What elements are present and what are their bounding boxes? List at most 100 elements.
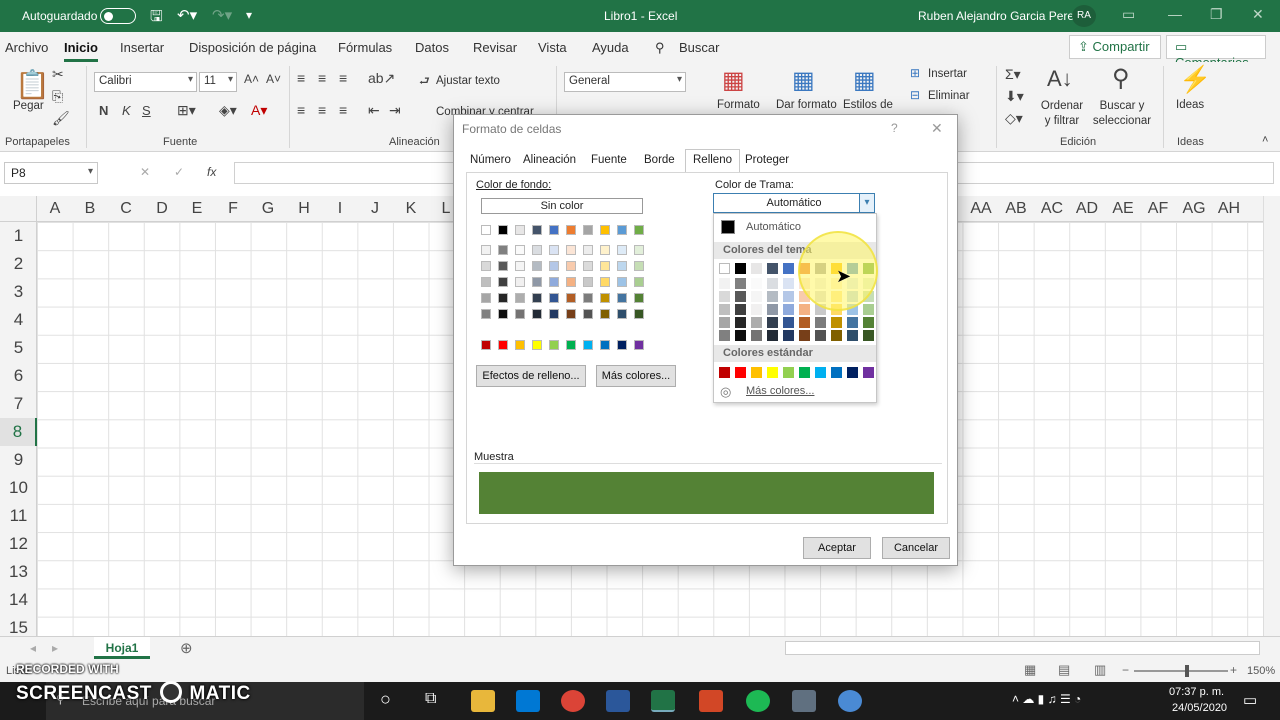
cancel-button[interactable]: Cancelar [882,537,950,559]
bg-color-swatch[interactable] [549,245,559,255]
help-icon[interactable]: ? [891,121,898,135]
pattern-theme-swatch[interactable] [767,304,778,315]
ribbon-display-icon[interactable]: ▭ [1122,6,1135,23]
bg-color-swatch[interactable] [634,261,644,271]
bg-color-swatch[interactable] [617,225,627,235]
pattern-standard-swatch[interactable] [735,367,746,378]
format-table-icon[interactable]: ▦ [792,66,815,95]
font-color-icon[interactable]: A▾ [251,102,267,119]
bg-color-swatch[interactable] [634,293,644,303]
automatic-swatch[interactable] [721,220,735,234]
bg-color-swatch[interactable] [617,277,627,287]
sort-filter-button[interactable]: Ordenar y filtrar [1037,99,1087,129]
bg-color-swatch[interactable] [481,245,491,255]
pattern-theme-swatch[interactable] [767,291,778,302]
column-header[interactable]: A [37,200,73,218]
pattern-theme-swatch[interactable] [783,317,794,328]
autosum-icon[interactable]: Σ▾ [1005,66,1021,83]
column-header[interactable]: AH [1211,200,1247,218]
align-center-icon[interactable]: ≡ [318,102,326,118]
column-header[interactable]: AE [1105,200,1141,218]
font-name-combo[interactable]: Calibri [94,72,197,92]
column-header[interactable]: AB [998,200,1034,218]
bg-color-swatch[interactable] [566,261,576,271]
bg-color-swatch[interactable] [617,261,627,271]
column-header[interactable]: I [322,200,358,218]
pattern-theme-swatch[interactable] [751,317,762,328]
column-header[interactable]: AC [1034,200,1070,218]
zoom-slider[interactable] [1134,670,1228,672]
pattern-theme-swatch[interactable] [751,263,762,274]
bg-standard-swatch[interactable] [600,340,610,350]
bg-color-swatch[interactable] [481,261,491,271]
bg-color-swatch[interactable] [498,245,508,255]
cell-styles-icon[interactable]: ▦ [853,66,876,95]
comments-button[interactable]: ▭ Comentarios [1166,35,1266,70]
horizontal-scrollbar[interactable] [785,641,1260,655]
bg-color-swatch[interactable] [481,277,491,287]
orientation-icon[interactable]: ab↗ [368,70,395,87]
bg-color-swatch[interactable] [583,225,593,235]
pattern-theme-swatch[interactable] [799,317,810,328]
row-header[interactable]: 2 [0,250,37,278]
enter-icon[interactable]: ✓ [174,165,184,179]
camera-icon[interactable] [792,690,816,712]
more-colors-option[interactable]: Más colores... [746,385,814,397]
bg-color-swatch[interactable] [515,261,525,271]
pattern-theme-swatch[interactable] [719,278,730,289]
clock-time[interactable]: 07:37 p. m. [1169,686,1224,698]
column-header[interactable]: E [179,200,215,218]
column-header[interactable]: H [286,200,322,218]
row-header[interactable]: 3 [0,278,37,306]
powerpoint-icon[interactable] [699,690,723,712]
bg-color-swatch[interactable] [498,293,508,303]
file-explorer-icon[interactable] [471,690,495,712]
row-header-selected[interactable]: 8 [0,418,37,446]
pattern-theme-swatch[interactable] [735,330,746,341]
column-header[interactable]: C [108,200,144,218]
bg-color-swatch[interactable] [532,225,542,235]
bg-color-swatch[interactable] [515,277,525,287]
bg-color-swatch[interactable] [481,309,491,319]
pattern-theme-swatch[interactable] [719,291,730,302]
bg-color-swatch[interactable] [566,293,576,303]
fill-effects-button[interactable]: Efectos de relleno... [476,365,586,387]
more-colors-button[interactable]: Más colores... [596,365,676,387]
bg-color-swatch[interactable] [634,309,644,319]
normal-view-icon[interactable]: ▦ [1024,662,1036,678]
conditional-format-icon[interactable]: ▦ [722,66,745,95]
column-header[interactable]: D [144,200,180,218]
bg-color-swatch[interactable] [549,225,559,235]
pattern-theme-swatch[interactable] [847,317,858,328]
notifications-icon[interactable]: ▭ [1243,691,1257,709]
bg-standard-swatch[interactable] [515,340,525,350]
insert-cells-icon[interactable]: ⊞ [910,66,920,80]
ok-button[interactable]: Aceptar [803,537,871,559]
avatar[interactable]: RA [1072,5,1096,27]
bg-color-swatch[interactable] [600,225,610,235]
pattern-theme-swatch[interactable] [767,263,778,274]
decrease-indent-icon[interactable]: ⇤ [368,102,380,119]
pattern-theme-swatch[interactable] [831,330,842,341]
delete-cells-button[interactable]: Eliminar [928,90,970,102]
row-header[interactable]: 14 [0,586,37,614]
bg-standard-swatch[interactable] [481,340,491,350]
pattern-theme-swatch[interactable] [847,330,858,341]
pattern-theme-swatch[interactable] [719,304,730,315]
spotify-icon[interactable] [746,690,770,712]
pattern-standard-swatch[interactable] [831,367,842,378]
align-middle-icon[interactable]: ≡ [318,70,326,86]
row-header[interactable]: 12 [0,530,37,558]
add-sheet-icon[interactable]: ⊕ [180,639,193,657]
pattern-color-dropdown[interactable]: Automático ▾ [713,193,875,213]
column-header[interactable]: AG [1176,200,1212,218]
bg-color-swatch[interactable] [532,245,542,255]
pattern-standard-swatch[interactable] [799,367,810,378]
share-button[interactable]: ⇪ Compartir [1069,35,1161,59]
pattern-standard-swatch[interactable] [719,367,730,378]
bg-color-swatch[interactable] [634,277,644,287]
bg-color-swatch[interactable] [566,309,576,319]
tray-icons[interactable]: ˄ ☁ ▮ ♫ ☰ ◔ [1012,692,1081,706]
tab-disposicion[interactable]: Disposición de página [189,40,316,55]
clock-date[interactable]: 24/05/2020 [1172,702,1227,714]
